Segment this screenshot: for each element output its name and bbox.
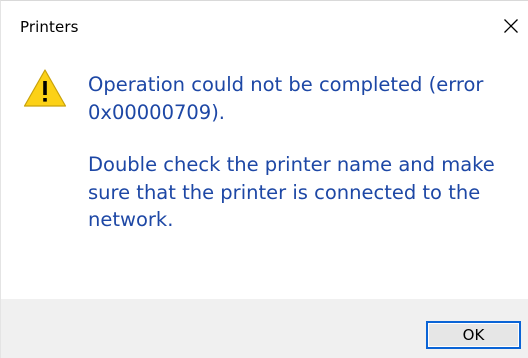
error-message: Operation could not be completed (error … bbox=[88, 71, 526, 234]
error-message-line1: Operation could not be completed (error … bbox=[88, 73, 484, 124]
window-title: Printers bbox=[20, 18, 79, 36]
title-bar: Printers bbox=[1, 1, 528, 51]
warning-icon bbox=[23, 69, 67, 107]
ok-button-label: OK bbox=[462, 326, 485, 344]
message-area: Operation could not be completed (error … bbox=[1, 51, 528, 299]
close-icon bbox=[504, 19, 518, 33]
error-message-line2: Double check the printer name and make s… bbox=[88, 153, 495, 231]
printers-dialog: Printers Operation could not be complete… bbox=[0, 0, 528, 358]
button-bar: OK bbox=[1, 299, 528, 358]
ok-button[interactable]: OK bbox=[426, 321, 521, 349]
close-button[interactable] bbox=[497, 12, 525, 40]
